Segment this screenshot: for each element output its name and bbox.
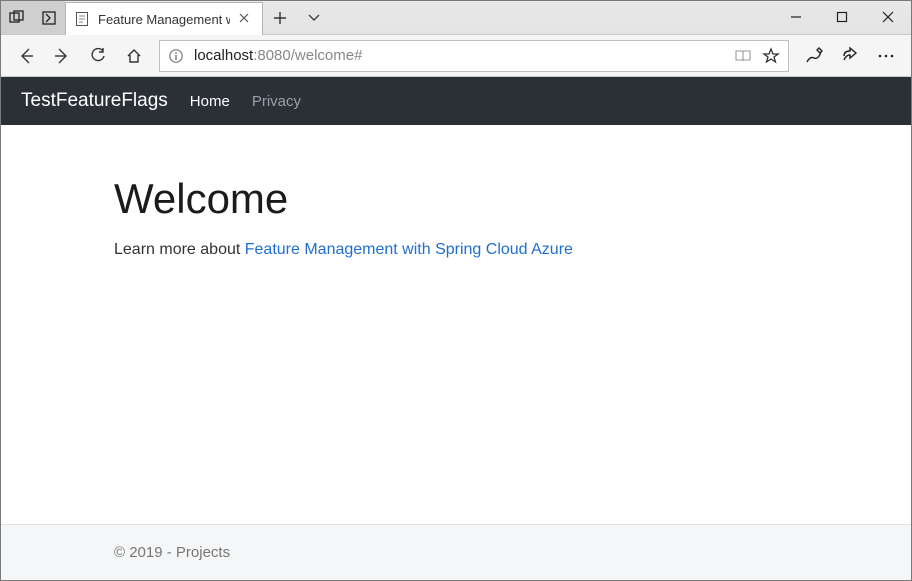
page-icon [74,11,90,27]
forward-button[interactable] [45,39,79,73]
nav-privacy[interactable]: Privacy [252,93,301,110]
tab-preview-dropdown[interactable] [297,1,331,35]
address-bar[interactable]: localhost:8080/welcome# [159,40,789,72]
page-subtext: Learn more about Feature Management with… [114,241,911,259]
address-text: localhost:8080/welcome# [194,47,724,64]
back-button[interactable] [9,39,43,73]
footer-text: © 2019 - Projects [114,544,230,561]
show-set-aside-button[interactable] [33,1,65,34]
reading-view-icon[interactable] [732,45,754,67]
more-button[interactable] [869,39,903,73]
close-tab-button[interactable] [238,12,252,26]
notes-button[interactable] [797,39,831,73]
edge-corner-buttons [1,1,65,34]
close-window-button[interactable] [865,1,911,33]
tab-title: Feature Management w [98,12,230,27]
page-footer: © 2019 - Projects [1,524,911,580]
set-aside-tabs-button[interactable] [1,1,33,34]
brand-link[interactable]: TestFeatureFlags [21,90,168,112]
home-button[interactable] [117,39,151,73]
address-host: localhost [194,47,253,64]
subtext-prefix: Learn more about [114,241,245,258]
site-info-icon[interactable] [166,46,186,66]
favorite-star-icon[interactable] [760,45,782,67]
minimize-button[interactable] [773,1,819,33]
refresh-button[interactable] [81,39,115,73]
address-path: :8080/welcome# [253,47,362,64]
learn-more-link[interactable]: Feature Management with Spring Cloud Azu… [245,241,573,258]
window-controls [773,1,911,33]
maximize-button[interactable] [819,1,865,33]
site-navbar: TestFeatureFlags Home Privacy [1,77,911,125]
new-tab-button[interactable] [263,1,297,35]
page-content: Welcome Learn more about Feature Managem… [1,125,911,524]
browser-toolbar: localhost:8080/welcome# [1,35,911,77]
tab-strip: Feature Management w [65,1,331,35]
share-button[interactable] [833,39,867,73]
browser-titlebar: Feature Management w [1,1,911,35]
tab-active[interactable]: Feature Management w [65,2,263,35]
page-title: Welcome [114,175,911,223]
address-actions [732,45,782,67]
nav-home[interactable]: Home [190,93,230,110]
